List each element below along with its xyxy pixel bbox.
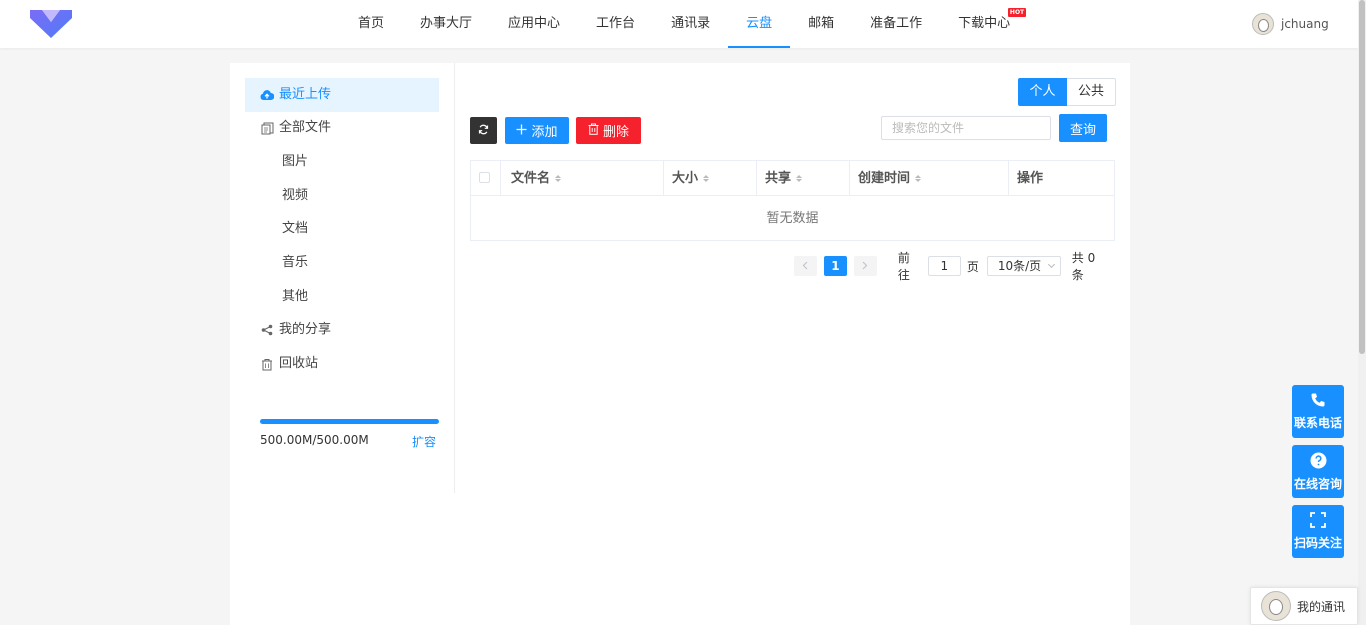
page-unit-label: 页	[966, 259, 979, 274]
plus-icon	[516, 123, 527, 138]
file-content-area: 个人 公共 添加 删除 查询	[470, 63, 1116, 623]
table-header: 文件名 大小 共享 创建时间 操作	[471, 161, 1114, 196]
sidebar: 最近上传 全部文件 图片 视频 文档 音乐 其他 我的分享 回收站 500.00…	[230, 63, 455, 493]
expand-storage-link[interactable]: 扩容	[412, 433, 436, 450]
goto-label: 前往	[897, 251, 910, 282]
sidebar-item-images[interactable]: 图片	[245, 145, 439, 179]
trash-icon	[260, 357, 274, 371]
scan-follow-button[interactable]: 扫码关注	[1292, 505, 1344, 558]
page-size-select[interactable]: 10条/页	[986, 256, 1061, 276]
column-actions: 操作	[1017, 171, 1044, 186]
my-communication-button[interactable]: 我的通讯	[1250, 587, 1358, 625]
scroll-thumb[interactable]	[1359, 0, 1365, 354]
scan-icon	[1310, 512, 1326, 531]
sort-icon[interactable]	[555, 175, 562, 182]
file-table: 文件名 大小 共享 创建时间 操作 暂无数据	[470, 160, 1115, 241]
select-all-cell	[471, 161, 501, 196]
user-menu[interactable]: jchuang	[1252, 13, 1329, 35]
files-icon	[260, 121, 274, 135]
total-count: 共 0 条	[1071, 251, 1096, 282]
delete-button[interactable]: 删除	[576, 117, 641, 144]
storage-usage-text: 500.00M/500.00M	[260, 433, 369, 447]
trash-icon	[588, 123, 599, 138]
nav-service-hall[interactable]: 办事大厅	[402, 0, 490, 48]
sidebar-item-my-share[interactable]: 我的分享	[245, 313, 439, 347]
hot-badge: HOT	[1007, 8, 1027, 17]
nav-preparation[interactable]: 准备工作	[852, 0, 940, 48]
sidebar-item-documents[interactable]: 文档	[245, 212, 439, 246]
search-input[interactable]	[881, 116, 1051, 140]
refresh-icon	[478, 123, 489, 138]
prev-page-button[interactable]	[794, 256, 817, 276]
scope-switch: 个人 公共	[1018, 78, 1116, 106]
nav-contacts[interactable]: 通讯录	[653, 0, 728, 48]
nav-home[interactable]: 首页	[340, 0, 402, 48]
pagination: 1 前往 1 页 10条/页 共 0 条	[794, 251, 1115, 282]
query-button[interactable]: 查询	[1059, 114, 1107, 142]
nav-mailbox[interactable]: 邮箱	[790, 0, 852, 48]
select-all-checkbox[interactable]	[479, 172, 490, 183]
top-header: 首页 办事大厅 应用中心 工作台 通讯录 云盘 邮箱 准备工作 下载中心 HOT…	[0, 0, 1358, 48]
nav-cloud-disk[interactable]: 云盘	[728, 0, 791, 48]
nav-workbench[interactable]: 工作台	[578, 0, 653, 48]
nav-download-center[interactable]: 下载中心 HOT	[940, 0, 1028, 48]
sidebar-item-recent-upload[interactable]: 最近上传	[245, 78, 439, 112]
user-name: jchuang	[1281, 17, 1329, 31]
sidebar-item-recycle-bin[interactable]: 回收站	[245, 347, 439, 381]
phone-icon	[1310, 392, 1326, 411]
chevron-right-icon	[862, 259, 868, 273]
column-share[interactable]: 共享	[757, 161, 850, 196]
add-button[interactable]: 添加	[505, 117, 569, 144]
column-created-time[interactable]: 创建时间	[850, 161, 1009, 196]
sidebar-item-videos[interactable]: 视频	[245, 179, 439, 213]
next-page-button[interactable]	[853, 256, 877, 276]
tab-public[interactable]: 公共	[1067, 78, 1116, 106]
column-filename[interactable]: 文件名	[501, 161, 664, 196]
chevron-left-icon	[802, 259, 808, 273]
column-size[interactable]: 大小	[664, 161, 757, 196]
page-number-current[interactable]: 1	[823, 256, 847, 276]
sidebar-item-other[interactable]: 其他	[245, 280, 439, 314]
brand-logo-icon[interactable]	[30, 8, 72, 38]
sort-icon[interactable]	[915, 175, 922, 182]
page-scrollbar[interactable]	[1358, 0, 1366, 625]
sort-icon[interactable]	[703, 175, 710, 182]
cloud-upload-icon	[260, 88, 274, 102]
sidebar-item-all-files[interactable]: 全部文件	[245, 111, 439, 145]
tab-personal[interactable]: 个人	[1018, 78, 1067, 106]
empty-state-text: 暂无数据	[766, 211, 819, 226]
main-panel: 最近上传 全部文件 图片 视频 文档 音乐 其他 我的分享 回收站 500.00…	[230, 63, 1130, 625]
contact-phone-button[interactable]: 联系电话	[1292, 385, 1344, 438]
share-icon	[260, 323, 274, 337]
avatar	[1252, 13, 1274, 35]
sort-icon[interactable]	[796, 175, 803, 182]
online-consult-button[interactable]: 在线咨询	[1292, 445, 1344, 498]
main-nav: 首页 办事大厅 应用中心 工作台 通讯录 云盘 邮箱 准备工作 下载中心 HOT	[340, 0, 1028, 48]
goto-page-input[interactable]: 1	[927, 256, 961, 276]
avatar	[1261, 591, 1291, 621]
sidebar-item-music[interactable]: 音乐	[245, 246, 439, 280]
question-icon	[1310, 452, 1327, 472]
refresh-button[interactable]	[470, 117, 497, 144]
storage-progress-bar	[260, 419, 439, 424]
nav-app-center[interactable]: 应用中心	[490, 0, 578, 48]
